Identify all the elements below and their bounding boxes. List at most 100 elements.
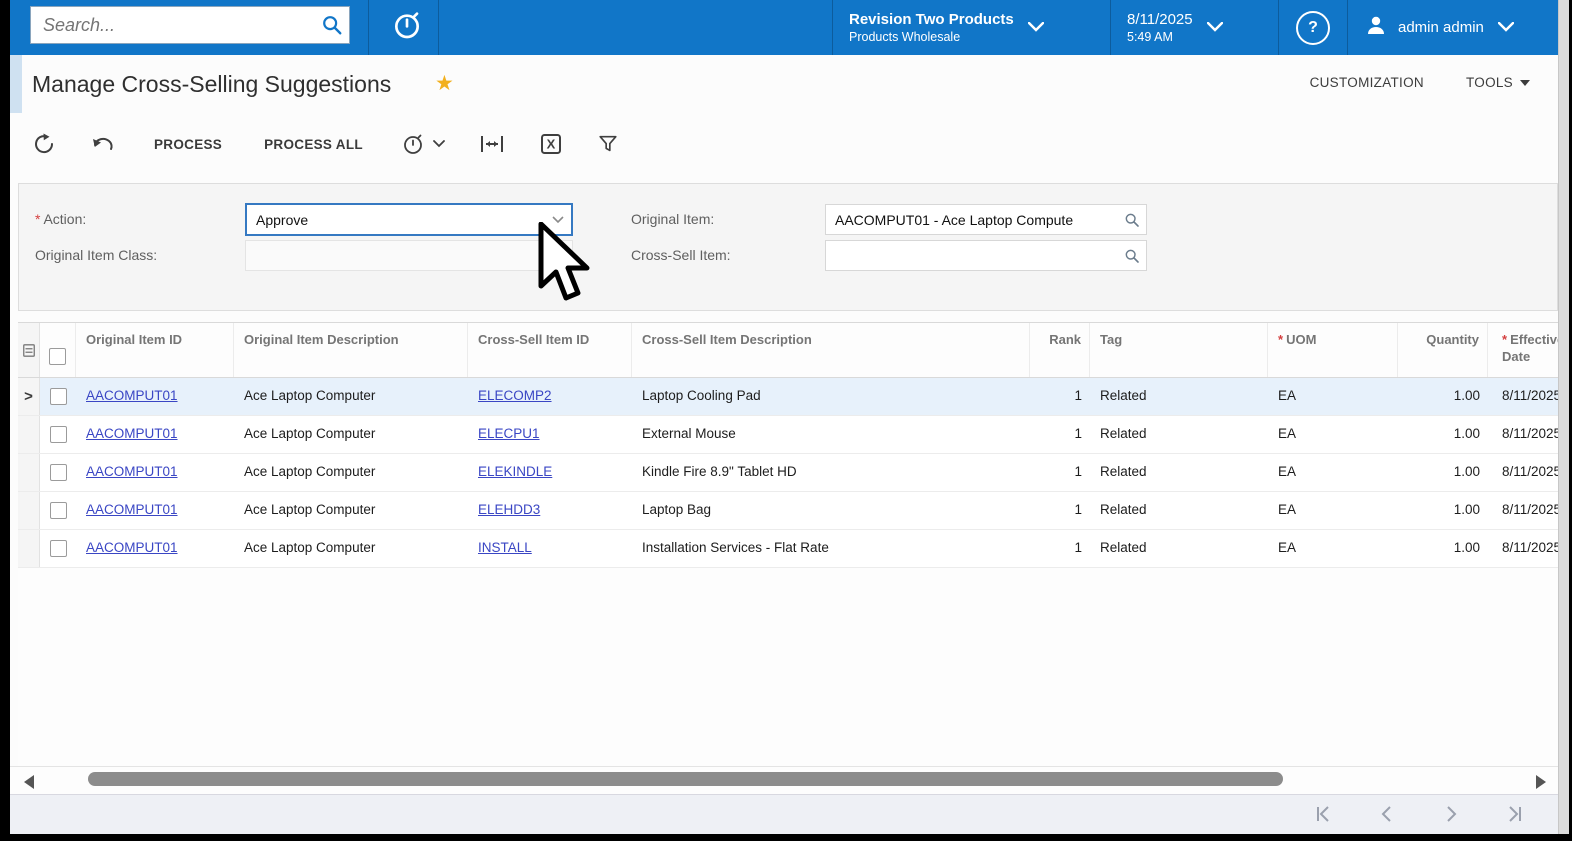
cell-original_item_id: AACOMPUT01 bbox=[76, 530, 234, 567]
tools-menu[interactable]: TOOLS bbox=[1466, 75, 1530, 90]
process-all-button[interactable]: PROCESS ALL bbox=[260, 131, 367, 158]
table-row[interactable]: AACOMPUT01 Ace Laptop Computer ELEHDD3 Lapt… bbox=[18, 492, 1558, 530]
user-icon bbox=[1364, 13, 1388, 42]
cross-sell-item-input[interactable] bbox=[826, 247, 1118, 264]
lookup-icon[interactable] bbox=[1118, 248, 1146, 264]
export-excel-button[interactable]: X bbox=[539, 132, 563, 156]
page-header: Manage Cross-Selling Suggestions ★ CUSTO… bbox=[10, 55, 1558, 113]
scroll-right-arrow[interactable] bbox=[1536, 775, 1546, 789]
column-header-tag[interactable]: Tag bbox=[1090, 323, 1268, 377]
search-input[interactable] bbox=[31, 14, 315, 36]
table-row[interactable]: AACOMPUT01 Ace Laptop Computer ELEKINDLE Ki… bbox=[18, 454, 1558, 492]
next-page-button[interactable] bbox=[1438, 801, 1464, 827]
table-row[interactable]: AACOMPUT01 Ace Laptop Computer ELECPU1 Exte… bbox=[18, 416, 1558, 454]
cross_sell_item_id-link[interactable]: ELECPU1 bbox=[478, 426, 540, 441]
row-checkbox[interactable] bbox=[49, 426, 67, 443]
company-branch-selector[interactable]: Revision Two Products Products Wholesale bbox=[832, 0, 1110, 55]
user-menu[interactable]: admin admin bbox=[1347, 0, 1558, 55]
cross_sell_item_id-link[interactable]: ELEKINDLE bbox=[478, 464, 552, 479]
fit-width-button[interactable] bbox=[479, 133, 505, 155]
column-header-effective_date[interactable]: *Effective Date bbox=[1488, 323, 1558, 377]
row-checkbox[interactable] bbox=[49, 388, 67, 405]
cross_sell_item_id-link[interactable]: ELECOMP2 bbox=[478, 388, 552, 403]
required-marker: * bbox=[1502, 332, 1508, 347]
filter-button[interactable] bbox=[597, 133, 619, 155]
scroll-left-arrow[interactable] bbox=[24, 775, 34, 789]
undo-button[interactable] bbox=[90, 132, 116, 156]
column-header-uom[interactable]: * UOM bbox=[1268, 323, 1398, 377]
cell-uom: EA bbox=[1278, 540, 1297, 555]
cross-sell-item-field[interactable] bbox=[825, 240, 1147, 271]
page-scrollbar[interactable] bbox=[1558, 0, 1569, 834]
customization-menu[interactable]: CUSTOMIZATION bbox=[1310, 75, 1424, 90]
cell-tag: Related bbox=[1100, 388, 1147, 403]
lookup-icon[interactable] bbox=[1118, 212, 1146, 228]
cell-original_item_description: Ace Laptop Computer bbox=[244, 502, 376, 517]
help-icon: ? bbox=[1296, 10, 1330, 45]
previous-page-button[interactable] bbox=[1374, 801, 1400, 827]
column-header-quantity[interactable]: Quantity bbox=[1398, 323, 1488, 377]
cell-original_item_id: AACOMPUT01 bbox=[76, 454, 234, 491]
cell-rank: 1 bbox=[1074, 540, 1082, 555]
cell-quantity: 1.00 bbox=[1453, 388, 1480, 403]
cell-quantity: 1.00 bbox=[1453, 464, 1480, 479]
original_item_id-link[interactable]: AACOMPUT01 bbox=[86, 502, 178, 517]
global-search[interactable] bbox=[30, 6, 350, 44]
column-header-rank[interactable]: Rank bbox=[1030, 323, 1090, 377]
cross_sell_item_id-link[interactable]: INSTALL bbox=[478, 540, 532, 555]
grid-footer bbox=[10, 794, 1558, 834]
column-header-indicator[interactable] bbox=[18, 323, 40, 377]
row-indicator-cell bbox=[18, 492, 40, 529]
help-button[interactable]: ? bbox=[1278, 0, 1347, 55]
caret-down-icon bbox=[1520, 79, 1530, 86]
original_item_id-link[interactable]: AACOMPUT01 bbox=[86, 464, 178, 479]
original-item-input[interactable] bbox=[826, 211, 1118, 228]
cell-original_item_id: AACOMPUT01 bbox=[76, 416, 234, 453]
action-select[interactable]: Approve bbox=[245, 203, 573, 236]
first-page-button[interactable] bbox=[1310, 801, 1336, 827]
cell-effective_date: 8/11/2025 bbox=[1502, 540, 1558, 555]
chevron-down-icon bbox=[1497, 19, 1515, 37]
table-row[interactable]: > AACOMPUT01 Ace Laptop Computer ELECOMP2 La… bbox=[18, 378, 1558, 416]
column-header-original_item_id[interactable]: Original Item ID bbox=[76, 323, 234, 377]
table-row[interactable]: AACOMPUT01 Ace Laptop Computer INSTALL Inst… bbox=[18, 530, 1558, 568]
row-checkbox-cell bbox=[40, 416, 76, 453]
row-checkbox[interactable] bbox=[49, 502, 67, 519]
cell-cross_sell_item_id: ELECOMP2 bbox=[468, 378, 632, 415]
cell-quantity: 1.00 bbox=[1453, 426, 1480, 441]
schedule-button[interactable] bbox=[401, 132, 445, 156]
business-date-selector[interactable]: 8/11/2025 5:49 AM bbox=[1110, 0, 1278, 55]
customization-label: CUSTOMIZATION bbox=[1309, 75, 1424, 90]
cell-cross_sell_item_description: Installation Services - Flat Rate bbox=[642, 540, 829, 555]
original-item-class-field[interactable] bbox=[245, 240, 573, 271]
cell-original_item_id: AACOMPUT01 bbox=[76, 492, 234, 529]
last-page-button[interactable] bbox=[1502, 801, 1528, 827]
favorite-star-icon[interactable]: ★ bbox=[435, 71, 454, 96]
cell-original_item_description: Ace Laptop Computer bbox=[244, 426, 376, 441]
column-header-cross_sell_item_id[interactable]: Cross-Sell Item ID bbox=[468, 323, 632, 377]
scrollbar-thumb[interactable] bbox=[88, 772, 1283, 786]
select-all-checkbox[interactable] bbox=[49, 347, 66, 365]
cell-cross_sell_item_id: ELECPU1 bbox=[468, 416, 632, 453]
required-marker: * bbox=[1278, 332, 1284, 347]
process-button[interactable]: PROCESS bbox=[150, 131, 226, 158]
original_item_id-link[interactable]: AACOMPUT01 bbox=[86, 426, 178, 441]
column-header-original_item_description[interactable]: Original Item Description bbox=[234, 323, 468, 377]
original_item_id-link[interactable]: AACOMPUT01 bbox=[86, 388, 178, 403]
cell-cross_sell_item_id: ELEHDD3 bbox=[468, 492, 632, 529]
business-date-button[interactable] bbox=[376, 0, 438, 55]
original_item_id-link[interactable]: AACOMPUT01 bbox=[86, 540, 178, 555]
original-item-field[interactable] bbox=[825, 204, 1147, 235]
search-icon[interactable] bbox=[315, 14, 349, 36]
row-checkbox-cell bbox=[40, 492, 76, 529]
row-checkbox[interactable] bbox=[49, 540, 67, 557]
row-checkbox[interactable] bbox=[49, 464, 67, 481]
original-item-class-input[interactable] bbox=[246, 247, 572, 264]
row-indicator-cell bbox=[18, 416, 40, 453]
cell-uom: EA bbox=[1278, 388, 1297, 403]
cross_sell_item_id-link[interactable]: ELEHDD3 bbox=[478, 502, 540, 517]
column-header-cross_sell_item_description[interactable]: Cross-Sell Item Description bbox=[632, 323, 1030, 377]
required-marker: * bbox=[35, 211, 41, 227]
horizontal-scrollbar bbox=[10, 766, 1558, 795]
refresh-button[interactable] bbox=[32, 132, 56, 156]
